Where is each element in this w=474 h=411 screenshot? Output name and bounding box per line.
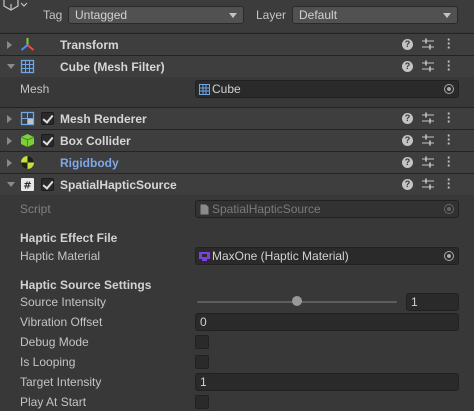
more-options-icon[interactable]: · · · — [444, 129, 454, 150]
chevron-down-icon — [229, 13, 237, 18]
more-options-icon[interactable]: · · · — [444, 173, 454, 194]
component-title: Mesh Renderer — [60, 112, 147, 126]
play-at-start-label: Play At Start — [20, 395, 87, 409]
component-title: Cube (Mesh Filter) — [60, 60, 165, 74]
haptic-material-property-row: Haptic Material MaxOne (Haptic Material) — [0, 246, 474, 266]
source-intensity-label: Source Intensity — [20, 295, 107, 309]
help-icon[interactable]: ? — [402, 39, 413, 50]
mesh-label: Mesh — [20, 82, 50, 96]
section-title: Haptic Source Settings — [20, 278, 152, 292]
box-collider-icon — [20, 134, 35, 147]
help-icon[interactable]: ? — [402, 61, 413, 72]
source-intensity-slider-thumb[interactable] — [292, 296, 302, 306]
component-header-mesh-renderer[interactable]: Mesh Renderer ? · · · — [0, 107, 474, 129]
object-picker-icon — [444, 204, 454, 214]
transform-axes-icon — [20, 38, 35, 51]
presets-sliders-icon[interactable] — [422, 156, 434, 169]
layer-dropdown[interactable]: Default — [292, 6, 458, 24]
object-header-row: Tag Untagged Layer Default — [0, 0, 474, 32]
more-options-icon[interactable]: · · · — [444, 33, 454, 54]
haptic-material-label: Haptic Material — [20, 249, 101, 263]
foldout-arrow-icon[interactable] — [7, 182, 15, 187]
rigidbody-icon — [21, 156, 34, 169]
enabled-checkbox[interactable] — [41, 134, 54, 147]
component-title: Rigidbody — [60, 156, 119, 170]
debug-mode-checkbox[interactable] — [195, 335, 209, 349]
help-icon[interactable]: ? — [402, 179, 413, 190]
component-header-box-collider[interactable]: Box Collider ? · · · — [0, 129, 474, 151]
layer-value: Default — [299, 8, 338, 22]
target-intensity-label: Target Intensity — [20, 375, 102, 389]
is-looping-checkbox[interactable] — [195, 355, 209, 369]
mesh-property-row: Mesh Cube — [0, 79, 474, 99]
layer-label: Layer — [256, 8, 287, 22]
section-title: Haptic Effect File — [20, 231, 118, 245]
object-picker-icon[interactable] — [444, 251, 454, 261]
haptic-material-object-field[interactable]: MaxOne (Haptic Material) — [195, 247, 459, 265]
enabled-checkbox[interactable] — [41, 112, 54, 125]
presets-sliders-icon[interactable] — [422, 134, 434, 147]
script-property-row: Script SpatialHapticSource — [0, 199, 474, 219]
foldout-arrow-icon[interactable] — [7, 115, 12, 123]
more-options-icon[interactable]: · · · — [444, 55, 454, 76]
foldout-arrow-icon[interactable] — [7, 159, 12, 167]
gameobject-cube-icon[interactable] — [2, 0, 28, 12]
presets-sliders-icon[interactable] — [422, 112, 434, 125]
play-at-start-property-row: Play At Start — [0, 392, 474, 411]
play-at-start-checkbox[interactable] — [195, 395, 209, 409]
more-options-icon[interactable]: · · · — [444, 151, 454, 172]
mesh-object-field[interactable]: Cube — [195, 80, 459, 98]
is-looping-label: Is Looping — [20, 355, 76, 369]
script-value: SpatialHapticSource — [212, 202, 321, 216]
vibration-offset-input[interactable]: 0 — [195, 313, 459, 331]
tag-dropdown[interactable]: Untagged — [68, 6, 244, 24]
component-title: Box Collider — [60, 134, 131, 148]
component-title: SpatialHapticSource — [60, 178, 177, 192]
source-intensity-property-row: Source Intensity 1 — [0, 292, 474, 312]
vibration-offset-label: Vibration Offset — [20, 315, 103, 329]
haptic-material-icon — [199, 252, 210, 261]
object-picker-icon[interactable] — [444, 84, 454, 94]
foldout-arrow-icon[interactable] — [7, 41, 12, 49]
component-header-transform[interactable]: Transform ? · · · — [0, 33, 474, 55]
foldout-arrow-icon[interactable] — [7, 137, 12, 145]
component-title: Transform — [60, 38, 119, 52]
tag-label: Tag — [43, 8, 63, 22]
svg-text:#: # — [23, 181, 31, 192]
help-icon[interactable]: ? — [402, 113, 413, 124]
foldout-arrow-icon[interactable] — [7, 64, 15, 69]
script-label: Script — [20, 202, 51, 216]
script-object-field: SpatialHapticSource — [195, 200, 459, 218]
chevron-down-icon — [443, 13, 451, 18]
source-intensity-input[interactable]: 1 — [406, 293, 459, 311]
debug-mode-label: Debug Mode — [20, 335, 89, 349]
haptic-material-value: MaxOne (Haptic Material) — [212, 249, 349, 263]
tag-value: Untagged — [75, 8, 128, 22]
more-options-icon[interactable]: · · · — [444, 107, 454, 128]
mesh-value: Cube — [212, 82, 241, 96]
help-icon[interactable]: ? — [402, 135, 413, 146]
component-header-spatial-haptic-source[interactable]: # SpatialHapticSource ? · · · — [0, 173, 474, 195]
presets-sliders-icon[interactable] — [422, 178, 434, 191]
target-intensity-property-row: Target Intensity 1 — [0, 372, 474, 392]
is-looping-property-row: Is Looping — [0, 352, 474, 372]
presets-sliders-icon[interactable] — [422, 38, 434, 51]
mesh-grid-icon — [20, 59, 35, 74]
component-header-rigidbody[interactable]: Rigidbody ? · · · — [0, 151, 474, 173]
vibration-offset-property-row: Vibration Offset 0 — [0, 312, 474, 332]
enabled-checkbox[interactable] — [41, 178, 54, 191]
script-hash-icon: # — [21, 178, 34, 192]
presets-sliders-icon[interactable] — [422, 60, 434, 73]
script-file-icon — [200, 204, 209, 215]
mesh-grid-icon — [199, 84, 210, 95]
section-header-haptic-effect-file: Haptic Effect File — [0, 228, 474, 248]
debug-mode-property-row: Debug Mode — [0, 332, 474, 352]
component-header-mesh-filter[interactable]: Cube (Mesh Filter) ? · · · — [0, 55, 474, 77]
target-intensity-input[interactable]: 1 — [195, 373, 459, 391]
mesh-renderer-icon — [20, 111, 35, 126]
help-icon[interactable]: ? — [402, 157, 413, 168]
